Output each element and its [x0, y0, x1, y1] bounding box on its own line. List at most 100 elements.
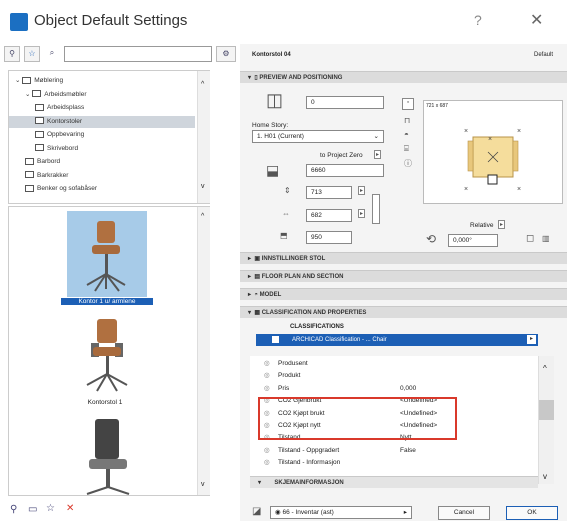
section-floor-plan[interactable]: ▸ ▤ FLOOR PLAN AND SECTION [240, 270, 567, 282]
3d-view-icon[interactable]: ◓ [404, 130, 409, 139]
property-name: Pris [278, 384, 290, 392]
section-title: CLASSIFICATION AND PROPERTIES [261, 310, 367, 316]
property-row[interactable]: ◎ Pris 0,000 [264, 383, 544, 395]
folder-icon [35, 117, 44, 125]
tree-item[interactable]: ⌄ Arbeidsmøbler [9, 89, 195, 101]
scroll-up-icon[interactable]: ^ [201, 81, 204, 88]
tree-item[interactable]: ⌄ Møblering [9, 75, 195, 87]
gallery-item-label[interactable]: Kontor 1 u/ armlene [61, 298, 153, 305]
chevron-down-icon[interactable]: ⌄ [25, 91, 32, 98]
gallery-item-label[interactable]: Kontorstol 1 [55, 399, 155, 406]
close-button[interactable]: ✕ [530, 10, 543, 30]
scroll-down-icon[interactable]: v [543, 472, 547, 481]
folder-view-icon[interactable]: ⚲ [4, 46, 20, 62]
visibility-eye-icon[interactable]: ◎ [264, 457, 278, 469]
tree-item[interactable]: Benker og sofabåser [9, 183, 195, 195]
property-value[interactable]: False [400, 445, 416, 457]
tree-item[interactable]: Skrivebord [9, 143, 195, 155]
tree-item[interactable]: Arbeidsplass [9, 102, 195, 114]
tree-item-label: Kontorstoler [47, 117, 83, 125]
folder-icon [35, 103, 44, 111]
tree-scrollbar[interactable]: ^ v [197, 71, 210, 203]
visibility-eye-icon[interactable]: ◎ [264, 383, 278, 395]
tree-item-label: Møblering [34, 77, 64, 84]
visibility-eye-icon[interactable]: ◎ [264, 370, 278, 382]
visibility-eye-icon[interactable]: ◎ [264, 358, 278, 370]
property-value[interactable]: 0,000 [400, 383, 416, 395]
tree-item[interactable]: Kontorstoler [9, 115, 195, 128]
gallery-item-3[interactable] [73, 415, 143, 495]
cancel-button[interactable]: Cancel [438, 506, 490, 520]
scroll-down-icon[interactable]: v [201, 481, 205, 488]
chevron-down-icon[interactable]: ⌄ [15, 77, 22, 84]
scroll-thumb[interactable] [539, 400, 554, 420]
preview-caption: 721 x 687 [426, 103, 448, 109]
flip-icon[interactable]: ▥ [542, 234, 550, 243]
relative-arrow-icon[interactable]: ▸ [498, 220, 506, 229]
info-icon[interactable]: ⓘ [404, 158, 412, 169]
folder-icon [25, 157, 34, 165]
search-icon[interactable]: ⌕ [44, 46, 60, 62]
tree-item[interactable]: Oppbevaring [9, 129, 195, 141]
scroll-up-icon[interactable]: ^ [543, 364, 547, 373]
scroll-down-icon[interactable]: v [201, 183, 205, 190]
property-row[interactable]: ◎ Tilstand - Informasjon [264, 457, 544, 469]
dimension-2-field[interactable]: 682 [306, 209, 352, 222]
classification-scrollbar[interactable] [540, 320, 554, 352]
dim2-arrow-icon[interactable]: ▸ [358, 209, 366, 218]
project-zero-field[interactable]: 6660 [306, 164, 384, 177]
property-name: Tilstand - Informasjon [278, 459, 341, 467]
folder-add-icon[interactable]: ▭ [28, 504, 37, 515]
delete-icon[interactable]: ✕ [66, 503, 74, 514]
elevation-view-icon[interactable]: ⌸ [404, 144, 409, 154]
help-button[interactable]: ? [474, 12, 482, 28]
gallery-scrollbar[interactable]: ^ v [197, 207, 210, 495]
search-input[interactable] [64, 46, 212, 62]
arrow-right-icon: ▸ [403, 509, 407, 516]
favorite-add-icon[interactable]: ☆ [46, 503, 55, 514]
dimension-1-field[interactable]: 713 [306, 186, 352, 199]
scroll-up-icon[interactable]: ^ [201, 213, 204, 220]
object-gallery: ^ v Kontor 1 u/ armlene Kontorstol 1 [8, 206, 210, 496]
properties-scrollbar[interactable]: ^ v [538, 356, 554, 484]
mirror-icon[interactable]: ◻ [526, 233, 534, 244]
settings-gear-icon[interactable]: ⚙ [216, 46, 236, 62]
section-skjemainformasjon[interactable]: ▾ SKJEMAINFORMASJON [250, 476, 538, 488]
property-row[interactable]: ◎ Produkt [264, 370, 544, 382]
home-story-select[interactable]: 1. H01 (Current) ⌄ [252, 130, 384, 143]
project-zero-arrow-icon[interactable]: ▸ [374, 150, 382, 159]
gallery-item-1[interactable] [67, 211, 147, 297]
pin-icon[interactable]: ⚲ [10, 504, 17, 515]
tree-item[interactable]: Barbord [9, 156, 195, 168]
object-name: Kontorstol 04 [252, 52, 291, 58]
settings-pane: Kontorstol 04 Default ▾ ▯ PREVIEW AND PO… [240, 44, 567, 521]
section-innstillinger[interactable]: ▸ ▣ INNSTILLINGER STOL [240, 252, 567, 264]
classification-arrow-icon[interactable]: ▸ [527, 335, 536, 344]
elevation-field[interactable]: 0 [306, 96, 384, 109]
svg-text:×: × [517, 128, 521, 135]
dimension-3-field[interactable]: 950 [306, 231, 352, 244]
angle-field[interactable]: 0,000° [448, 234, 498, 247]
section-model[interactable]: ▸ ◓ MODEL [240, 288, 567, 300]
layer-select[interactable]: ◉ 66 - Inventar (ast) ▸ [270, 506, 412, 519]
classification-row[interactable]: ARCHICAD Classification - ... Chair ▸ [256, 334, 538, 346]
gallery-item-2[interactable] [67, 313, 147, 397]
chain-link-icon[interactable] [372, 194, 380, 224]
ok-button[interactable]: OK [506, 506, 558, 520]
plan-view-icon[interactable]: ▫ [402, 98, 414, 110]
section-classification[interactable]: ▾ ▦ CLASSIFICATION AND PROPERTIES [240, 306, 567, 318]
tree-item[interactable]: Barkrakker [9, 170, 195, 182]
property-row[interactable]: ◎ Produsent [264, 358, 544, 370]
checkbox-icon[interactable] [272, 336, 279, 343]
favorites-star-icon[interactable]: ☆ [24, 46, 40, 62]
width-icon: ⇕ [284, 186, 291, 195]
visibility-eye-icon[interactable]: ◎ [264, 445, 278, 457]
relative-label: Relative [470, 222, 494, 229]
section-view-icon[interactable]: ⊓ [404, 116, 410, 125]
folder-icon [22, 76, 32, 84]
section-preview-positioning[interactable]: ▾ ▯ PREVIEW AND POSITIONING [240, 71, 567, 83]
dim1-arrow-icon[interactable]: ▸ [358, 186, 366, 195]
property-row[interactable]: ◎ Tilstand - Oppgradert False [264, 445, 544, 457]
section-title: FLOOR PLAN AND SECTION [261, 274, 344, 280]
home-story-label: Home Story: [252, 122, 289, 129]
